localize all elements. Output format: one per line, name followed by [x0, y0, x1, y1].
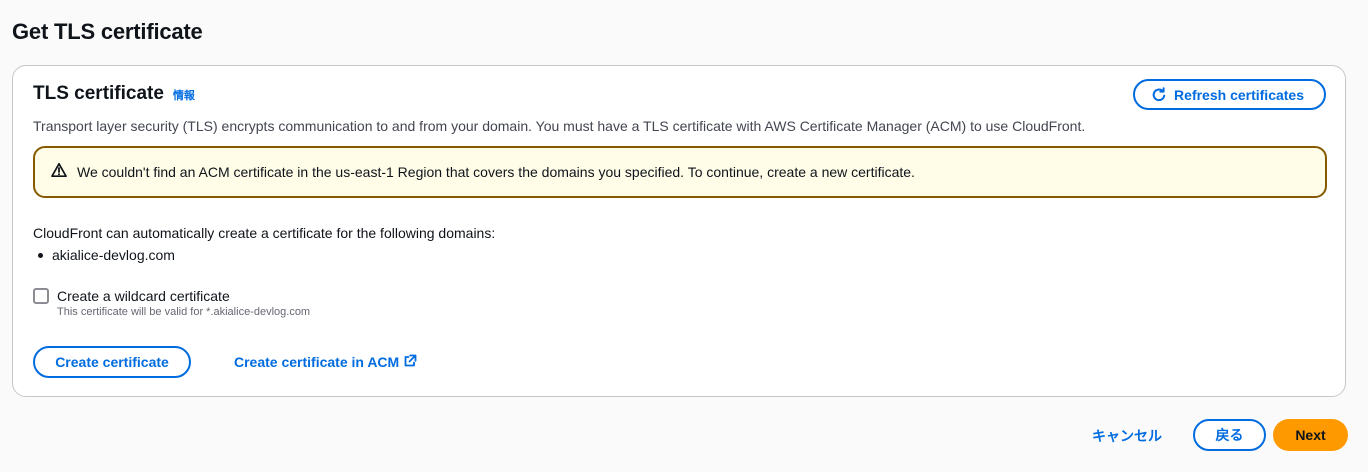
- refresh-certificates-button[interactable]: Refresh certificates: [1133, 79, 1326, 110]
- next-button[interactable]: Next: [1273, 419, 1348, 451]
- panel-description: Transport layer security (TLS) encrypts …: [33, 118, 1086, 134]
- domain-list: akialice-devlog.com: [33, 247, 175, 263]
- acm-link-label: Create certificate in ACM: [234, 354, 400, 370]
- refresh-icon: [1151, 86, 1167, 103]
- back-button[interactable]: 戻る: [1193, 419, 1266, 451]
- refresh-button-label: Refresh certificates: [1174, 86, 1304, 103]
- tls-certificate-panel: TLS certificate 情報 Refresh certificates …: [12, 65, 1346, 397]
- warning-alert: We couldn't find an ACM certificate in t…: [33, 146, 1327, 198]
- domain-name: akialice-devlog.com: [52, 247, 175, 263]
- panel-title: TLS certificate: [33, 83, 164, 104]
- warning-alert-text: We couldn't find an ACM certificate in t…: [77, 164, 915, 180]
- external-link-icon: [404, 354, 417, 370]
- info-link[interactable]: 情報: [173, 87, 195, 103]
- create-certificate-button[interactable]: Create certificate: [33, 346, 191, 378]
- wildcard-label[interactable]: Create a wildcard certificate: [57, 288, 310, 304]
- wildcard-text: Create a wildcard certificate This certi…: [57, 288, 310, 318]
- wildcard-description: This certificate will be valid for *.aki…: [57, 306, 311, 318]
- page: Get TLS certificate TLS certificate 情報 R…: [0, 0, 1368, 472]
- wildcard-checkbox[interactable]: [33, 288, 49, 304]
- wildcard-option: Create a wildcard certificate This certi…: [33, 288, 310, 318]
- create-certificate-in-acm-link[interactable]: Create certificate in ACM: [234, 354, 417, 370]
- page-title: Get TLS certificate: [12, 19, 203, 44]
- domain-list-item: akialice-devlog.com: [33, 247, 175, 263]
- bullet-icon: [38, 252, 43, 258]
- domains-label: CloudFront can automatically create a ce…: [33, 225, 496, 241]
- panel-header: TLS certificate 情報: [33, 83, 195, 105]
- warning-icon: [51, 162, 67, 183]
- cancel-button[interactable]: キャンセル: [1092, 426, 1162, 446]
